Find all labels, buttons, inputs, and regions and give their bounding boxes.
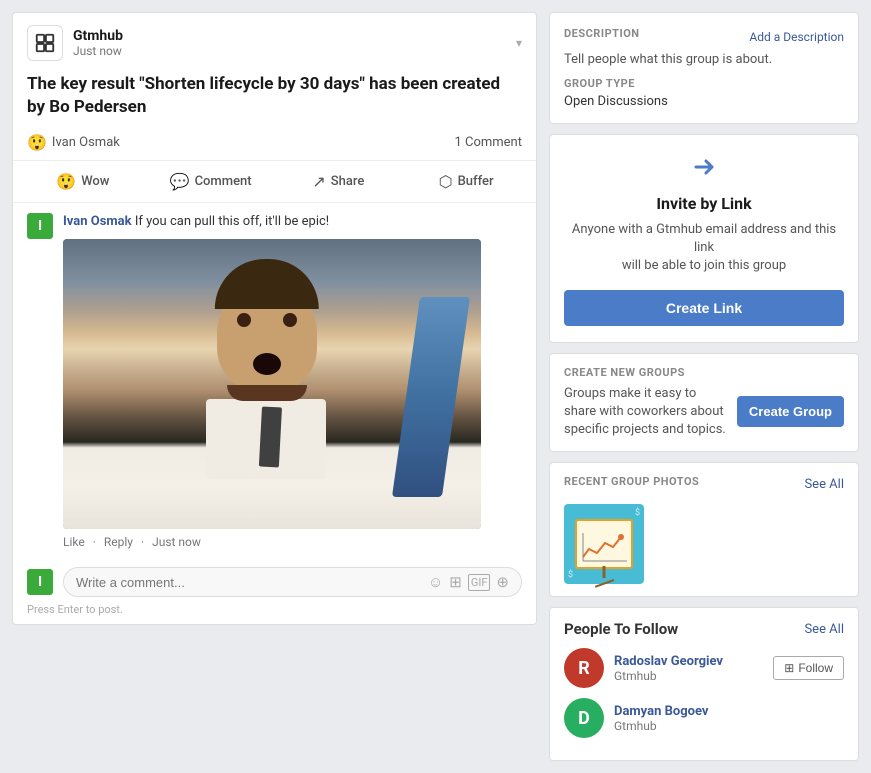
create-groups-description: Groups make it easy to share with cowork…: [564, 385, 727, 440]
post-author: 😲 Ivan Osmak: [27, 133, 120, 152]
comment-footer: Like · Reply · Just now: [63, 535, 481, 549]
group-description: Tell people what this group is about.: [564, 52, 844, 67]
right-sidebar: DESCRIPTION Add a Description Tell peopl…: [549, 12, 859, 761]
photos-see-all-link[interactable]: See All: [804, 477, 844, 492]
people-to-follow-label: People To Follow: [564, 620, 678, 638]
create-link-button[interactable]: Create Link: [564, 290, 844, 326]
image-icon[interactable]: ⊞: [449, 573, 462, 591]
comments-section: I Ivan Osmak If you can pull this off, i…: [13, 202, 536, 559]
create-group-button[interactable]: Create Group: [737, 396, 844, 427]
recent-photos-label: RECENT GROUP PHOTOS: [564, 475, 699, 488]
share-button[interactable]: ↗ Share: [275, 165, 403, 198]
current-user-avatar: I: [27, 569, 53, 595]
buffer-icon: ⬡: [439, 172, 453, 191]
person-info-2: Damyan Bogoev Gtmhub: [614, 704, 844, 733]
comment-image: [63, 239, 481, 529]
invite-link-icon: [564, 153, 844, 188]
like-link[interactable]: Like: [63, 535, 85, 549]
person-avatar-1: R: [564, 648, 604, 688]
attachment-icon[interactable]: ⊕: [496, 573, 509, 591]
gif-icon[interactable]: GIF: [468, 574, 491, 591]
person-name-1[interactable]: Radoslav Georgiev: [614, 654, 763, 669]
add-description-link[interactable]: Add a Description: [749, 30, 844, 44]
group-info-card: DESCRIPTION Add a Description Tell peopl…: [549, 12, 859, 124]
follow-icon-1: ⊞: [784, 661, 794, 675]
post-card: Gtmhub Just now ▾ The key result "Shorte…: [12, 12, 537, 625]
wow-label: Wow: [81, 174, 109, 189]
post-options-chevron[interactable]: ▾: [516, 36, 522, 50]
buffer-button[interactable]: ⬡ Buffer: [402, 165, 530, 198]
post-header: Gtmhub Just now ▾: [13, 13, 536, 69]
person-avatar-2: D: [564, 698, 604, 738]
separator-2: ·: [141, 535, 144, 549]
app-name: Gtmhub: [73, 28, 123, 44]
invite-title: Invite by Link: [564, 194, 844, 213]
invite-by-link-card: Invite by Link Anyone with a Gtmhub emai…: [549, 134, 859, 343]
comment-label: Comment: [195, 174, 252, 189]
invite-desc-part1: Anyone with a Gtmhub email address and t…: [572, 222, 836, 255]
description-label: DESCRIPTION: [564, 27, 640, 40]
comment-input-row: I ☺ ⊞ GIF ⊕: [13, 559, 536, 601]
comment-row: I Ivan Osmak If you can pull this off, i…: [27, 213, 522, 549]
person-name-2[interactable]: Damyan Bogoev: [614, 704, 844, 719]
comment-input[interactable]: [76, 575, 428, 590]
comment-input-wrap[interactable]: ☺ ⊞ GIF ⊕: [63, 567, 522, 597]
wow-button[interactable]: 😲 Wow: [19, 165, 147, 198]
people-see-all-link[interactable]: See All: [804, 622, 844, 637]
share-icon: ↗: [312, 172, 325, 191]
comment-icon: 💬: [170, 172, 190, 191]
wow-icon: 😲: [56, 172, 76, 191]
group-type-label: GROUP TYPE: [564, 77, 844, 90]
invite-desc-part2: will be able to join this group: [622, 258, 786, 273]
follow-label-1: Follow: [798, 661, 833, 675]
emoji-icon[interactable]: ☺: [428, 573, 443, 591]
create-groups-label: CREATE NEW GROUPS: [564, 366, 844, 379]
post-meta: 😲 Ivan Osmak 1 Comment: [13, 129, 536, 160]
comment-count[interactable]: 1 Comment: [454, 135, 522, 150]
separator-1: ·: [93, 535, 96, 549]
comment-input-icons: ☺ ⊞ GIF ⊕: [428, 573, 509, 591]
invite-description: Anyone with a Gtmhub email address and t…: [564, 221, 844, 276]
recent-photos-card: RECENT GROUP PHOTOS See All: [549, 462, 859, 597]
person-company-2: Gtmhub: [614, 719, 844, 733]
press-enter-hint: Press Enter to post.: [13, 601, 536, 624]
post-time: Just now: [73, 44, 123, 58]
buffer-label: Buffer: [458, 174, 494, 189]
comment-text: Ivan Osmak If you can pull this off, it'…: [63, 213, 481, 231]
group-photo-thumb[interactable]: $ $: [564, 504, 644, 584]
share-label: Share: [331, 174, 365, 189]
author-name[interactable]: Ivan Osmak: [52, 135, 120, 150]
person-row-1: R Radoslav Georgiev Gtmhub ⊞ Follow: [564, 648, 844, 688]
post-actions: 😲 Wow 💬 Comment ↗ Share ⬡ Buffer: [13, 160, 536, 202]
commenter-avatar: I: [27, 213, 53, 239]
person-company-1: Gtmhub: [614, 669, 763, 683]
app-icon: [27, 25, 63, 61]
people-to-follow-card: People To Follow See All R Radoslav Geor…: [549, 607, 859, 761]
comment-body: If you can pull this off, it'll be epic!: [135, 214, 329, 229]
person-row-2: D Damyan Bogoev Gtmhub: [564, 698, 844, 738]
author-emoji: 😲: [27, 133, 47, 152]
reply-link[interactable]: Reply: [104, 535, 133, 549]
post-title: The key result "Shorten lifecycle by 30 …: [13, 69, 536, 129]
comment-button[interactable]: 💬 Comment: [147, 165, 275, 198]
main-feed: Gtmhub Just now ▾ The key result "Shorte…: [12, 12, 537, 761]
person-info-1: Radoslav Georgiev Gtmhub: [614, 654, 763, 683]
commenter-name[interactable]: Ivan Osmak: [63, 214, 132, 229]
create-groups-card: CREATE NEW GROUPS Groups make it easy to…: [549, 353, 859, 453]
group-type-value: Open Discussions: [564, 94, 844, 109]
comment-time: Just now: [152, 535, 201, 549]
